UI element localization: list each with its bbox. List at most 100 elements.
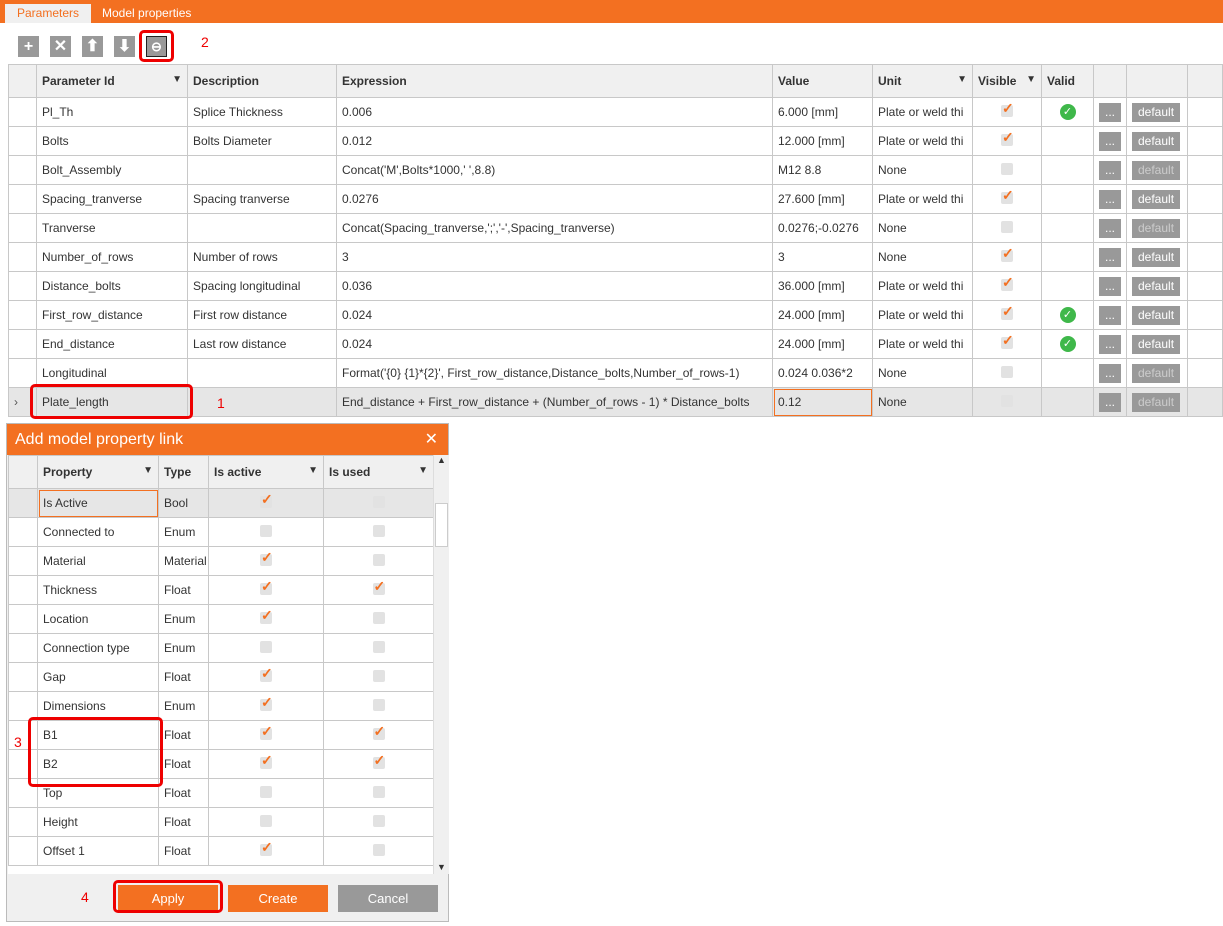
row-indicator[interactable] [8, 242, 37, 272]
header-unit[interactable]: Unit ▼ [872, 64, 973, 98]
expression-cell[interactable]: Format('{0} {1}*{2}', First_row_distance… [336, 358, 773, 388]
row-indicator[interactable] [8, 488, 38, 518]
type-cell[interactable]: Enum [158, 604, 209, 634]
property-row[interactable]: Thickness Float [8, 575, 434, 605]
is-active-checkbox[interactable] [260, 839, 273, 856]
table-row[interactable]: Tranverse Concat(Spacing_tranverse,';','-… [8, 213, 1223, 243]
close-icon[interactable]: ✕ [425, 424, 438, 455]
unit-cell[interactable]: None [872, 387, 973, 417]
property-cell[interactable]: Height [37, 807, 159, 837]
edit-button[interactable]: ... [1099, 102, 1122, 122]
edit-button[interactable]: ... [1099, 334, 1122, 354]
visible-checkbox[interactable] [1001, 245, 1014, 262]
default-button[interactable]: default [1132, 102, 1181, 122]
expression-cell[interactable]: 0.036 [336, 271, 773, 301]
property-cell[interactable]: Connected to [37, 517, 159, 547]
property-cell[interactable]: Connection type [37, 633, 159, 663]
row-indicator[interactable] [8, 329, 37, 359]
is-active-checkbox[interactable] [260, 665, 273, 682]
row-indicator[interactable] [8, 155, 37, 185]
property-row[interactable]: Height Float [8, 807, 434, 837]
tab-parameters[interactable]: Parameters [5, 4, 92, 23]
is-used-checkbox[interactable] [372, 495, 385, 508]
delete-parameter-button[interactable]: ✕ [50, 36, 71, 57]
header-type[interactable]: Type [158, 455, 209, 489]
header-is-active[interactable]: Is active ▼ [208, 455, 324, 489]
header-property[interactable]: Property ▼ [37, 455, 159, 489]
row-indicator[interactable] [8, 271, 37, 301]
is-used-checkbox[interactable] [372, 785, 385, 798]
type-cell[interactable]: Material [158, 546, 209, 576]
parameter-id-cell[interactable]: Pl_Th [36, 97, 188, 127]
property-row[interactable]: Location Enum [8, 604, 434, 634]
is-used-checkbox[interactable] [372, 752, 385, 769]
expression-cell[interactable]: Concat('M',Bolts*1000,' ',8.8) [336, 155, 773, 185]
move-down-button[interactable]: ⬇ [114, 36, 135, 57]
table-row[interactable]: Spacing_tranverse Spacing tranverse 0.0276… [8, 184, 1223, 214]
property-cell[interactable]: Offset 1 [37, 836, 159, 866]
description-cell[interactable]: Number of rows [187, 242, 337, 272]
property-row[interactable]: Is Active Bool [8, 488, 434, 518]
table-row[interactable]: Bolts Bolts Diameter 0.012 12.000 [mm] Plate… [8, 126, 1223, 156]
expression-cell[interactable]: Concat(Spacing_tranverse,';','-',Spacing… [336, 213, 773, 243]
description-cell[interactable]: Splice Thickness [187, 97, 337, 127]
value-cell[interactable]: 24.000 [mm] [772, 329, 873, 359]
unit-cell[interactable]: Plate or weld thi [872, 126, 973, 156]
create-button[interactable]: Create [228, 885, 328, 912]
header-parameter-id[interactable]: Parameter Id ▼ [36, 64, 188, 98]
filter-icon[interactable]: ▼ [143, 465, 153, 476]
header-visible[interactable]: Visible ▼ [972, 64, 1042, 98]
row-indicator[interactable] [8, 517, 38, 547]
unit-cell[interactable]: None [872, 358, 973, 388]
parameter-id-cell[interactable]: Spacing_tranverse [36, 184, 188, 214]
filter-icon[interactable]: ▼ [1026, 74, 1036, 85]
value-cell[interactable]: 0.12 [772, 387, 873, 417]
unit-cell[interactable]: Plate or weld thi [872, 184, 973, 214]
edit-button[interactable]: ... [1099, 363, 1122, 383]
is-used-checkbox[interactable] [372, 843, 385, 856]
property-cell[interactable]: Location [37, 604, 159, 634]
filter-icon[interactable]: ▼ [308, 465, 318, 476]
description-cell[interactable]: Spacing tranverse [187, 184, 337, 214]
row-indicator[interactable] [8, 575, 38, 605]
vertical-scrollbar[interactable]: ▲ ▼ [433, 455, 449, 874]
property-row[interactable]: Gap Float [8, 662, 434, 692]
visible-checkbox[interactable] [1001, 100, 1014, 117]
parameter-id-cell[interactable]: Bolt_Assembly [36, 155, 188, 185]
is-used-checkbox[interactable] [372, 723, 385, 740]
scroll-down-icon[interactable]: ▼ [434, 862, 449, 872]
add-parameter-button[interactable]: + [18, 36, 39, 57]
header-description[interactable]: Description [187, 64, 337, 98]
row-indicator[interactable] [8, 300, 37, 330]
value-cell[interactable]: 24.000 [mm] [772, 300, 873, 330]
visible-checkbox[interactable] [1001, 187, 1014, 204]
is-used-checkbox[interactable] [372, 553, 385, 566]
header-valid[interactable]: Valid [1041, 64, 1094, 98]
parameter-id-cell[interactable]: First_row_distance [36, 300, 188, 330]
is-active-checkbox[interactable] [260, 578, 273, 595]
description-cell[interactable] [187, 387, 337, 417]
is-active-checkbox[interactable] [260, 640, 272, 653]
description-cell[interactable]: Spacing longitudinal [187, 271, 337, 301]
expression-cell[interactable]: 3 [336, 242, 773, 272]
row-indicator[interactable] [8, 546, 38, 576]
visible-checkbox[interactable] [1001, 332, 1014, 349]
is-used-checkbox[interactable] [372, 524, 385, 537]
property-row[interactable]: Material Material [8, 546, 434, 576]
is-used-checkbox[interactable] [372, 578, 385, 595]
unit-cell[interactable]: Plate or weld thi [872, 97, 973, 127]
edit-button[interactable]: ... [1099, 247, 1122, 267]
edit-button[interactable]: ... [1099, 189, 1122, 209]
is-active-checkbox[interactable] [260, 785, 272, 798]
description-cell[interactable] [187, 155, 337, 185]
property-cell[interactable]: Material [37, 546, 159, 576]
row-indicator[interactable] [8, 97, 37, 127]
row-indicator[interactable] [8, 184, 37, 214]
row-indicator[interactable] [8, 633, 38, 663]
filter-icon[interactable]: ▼ [418, 465, 428, 476]
is-active-checkbox[interactable] [260, 694, 273, 711]
is-active-checkbox[interactable] [260, 723, 273, 740]
expression-cell[interactable]: 0.024 [336, 300, 773, 330]
edit-button[interactable]: ... [1099, 276, 1122, 296]
table-row[interactable]: First_row_distance First row distance 0.02… [8, 300, 1223, 330]
